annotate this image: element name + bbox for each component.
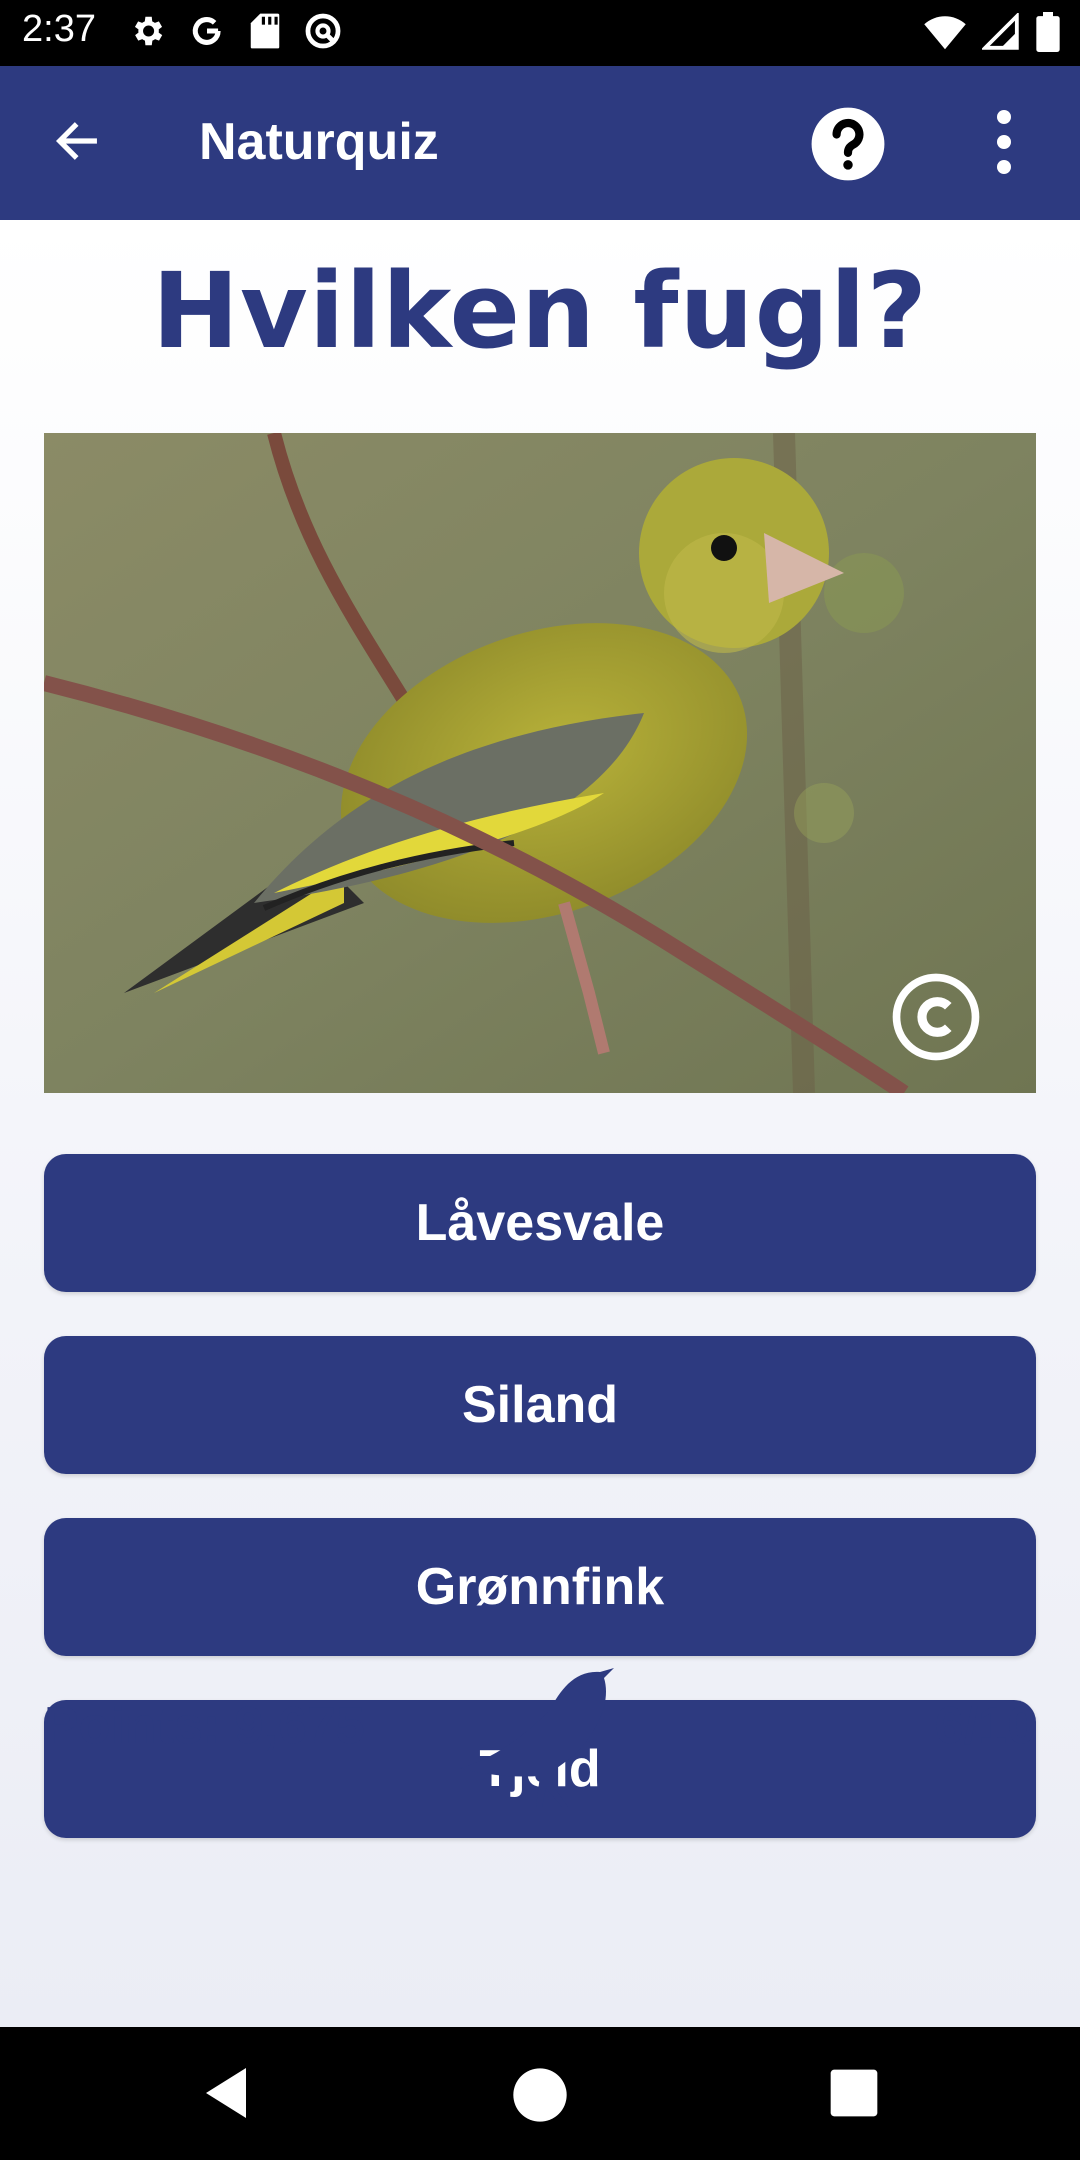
back-button[interactable] <box>40 106 114 180</box>
status-time: 2:37 <box>22 8 96 50</box>
progress-label: 6/10 <box>934 1697 1036 1755</box>
answer-button-1[interactable]: Låvesvale <box>44 1154 1036 1292</box>
app-title: Naturquiz <box>199 113 439 171</box>
bird-photo <box>44 433 1036 1093</box>
status-icons-left <box>128 12 342 50</box>
more-button[interactable] <box>976 106 1032 182</box>
help-button[interactable] <box>810 106 886 182</box>
nav-home-icon[interactable] <box>508 2063 572 2127</box>
nav-recents-icon[interactable] <box>826 2065 882 2121</box>
points-label: Points: 9,675 <box>44 1697 365 1755</box>
google-icon <box>188 12 226 50</box>
help-circle-icon <box>810 107 886 186</box>
vpn-icon <box>304 12 342 50</box>
navigation-bar <box>0 2027 1080 2160</box>
answer-button-2[interactable]: Siland <box>44 1336 1036 1474</box>
app-bar: Naturquiz <box>0 66 1080 220</box>
wifi-icon <box>924 13 966 51</box>
cell-signal-icon <box>982 13 1020 51</box>
more-vert-icon <box>994 107 1014 182</box>
settings-icon <box>128 12 166 50</box>
arrow-back-icon <box>51 115 103 172</box>
status-bar: 2:37 <box>0 0 1080 66</box>
status-icons-right <box>924 12 1060 52</box>
copyright-icon[interactable] <box>890 971 982 1063</box>
battery-icon <box>1036 12 1060 52</box>
bird-silhouette-icon <box>460 1660 620 1807</box>
answer-button-3[interactable]: Grønnfink <box>44 1518 1036 1656</box>
nav-back-icon[interactable] <box>196 2063 256 2123</box>
question-title: Hvilken fugl? <box>152 250 928 372</box>
sd-card-icon <box>248 12 282 50</box>
